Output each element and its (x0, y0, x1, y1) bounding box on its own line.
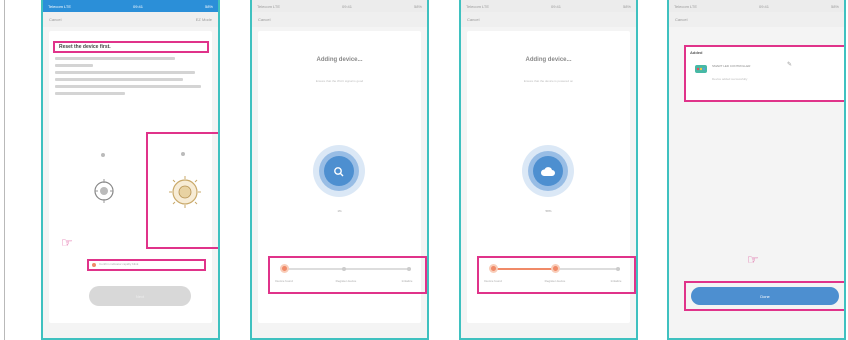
phone-screen-added: Telecom LTE 09:41 58% Cancel Added SMART… (667, 0, 846, 340)
nav-bar: Cancel EZ Mode (43, 12, 218, 27)
phone-screen-adding-cloud: Telecom LTE 09:41 58% Cancel Adding devi… (459, 0, 638, 340)
instruction-line (55, 78, 183, 81)
done-button-label: Done (760, 293, 770, 299)
indicator-dot-right (181, 152, 185, 156)
clock-text: 09:41 (342, 3, 353, 9)
pointing-hand-icon: ☞ (747, 252, 759, 267)
pointing-hand-icon: ☞ (61, 235, 73, 250)
progress-card: Adding device... Ensure that the Wi-Fi s… (258, 31, 427, 323)
step-dot (407, 267, 411, 271)
clock-text: 09:41 (551, 3, 562, 9)
battery-text: 58% (413, 3, 422, 9)
carrier-text: Telecom LTE (466, 3, 490, 9)
battery-text: 58% (622, 3, 631, 9)
done-button-highlight: Done (684, 281, 844, 311)
step-label: Register device (544, 279, 566, 283)
step-label: Device found (484, 279, 502, 283)
cloud-icon (540, 165, 556, 177)
phone-screen-reset: Telecom LTE 09:41 58% Cancel EZ Mode Res… (41, 0, 220, 340)
step-line (284, 268, 411, 270)
status-bar: Telecom LTE 09:41 58% (669, 0, 844, 12)
page-subtitle: Ensure that the Wi-Fi signal is good (315, 79, 364, 83)
carrier-text: Telecom LTE (48, 3, 72, 9)
step-progress-highlight: Device found Register device Initialize (477, 256, 636, 294)
carrier-text: Telecom LTE (257, 3, 281, 9)
device-icon (694, 62, 708, 76)
status-bar: Telecom LTE 09:41 58% (43, 0, 218, 12)
left-margin-line (4, 0, 5, 340)
clock-text: 09:41 (759, 3, 770, 9)
cancel-button[interactable]: Cancel (258, 17, 270, 22)
instruction-line (55, 92, 125, 95)
page-title: Adding device... (525, 57, 572, 63)
step-dot-active (551, 264, 560, 273)
next-button[interactable]: Next (89, 286, 191, 306)
title-highlight: Reset the device first. (53, 41, 209, 53)
device-illustration-blinking (165, 174, 205, 210)
instruction-line (55, 71, 195, 74)
instruction-card: Reset the device first. ☞ Confirm indica… (49, 31, 218, 323)
phone-screen-adding-search: Telecom LTE 09:41 58% Cancel Adding devi… (250, 0, 429, 340)
carrier-text: Telecom LTE (674, 3, 698, 9)
cancel-button[interactable]: Cancel (675, 17, 687, 22)
indicator-dot-left (101, 153, 105, 157)
progress-percent: 58% (545, 209, 552, 213)
step-label: Register device (335, 279, 357, 283)
instruction-line (55, 85, 201, 88)
battery-text: 58% (204, 3, 213, 9)
nav-bar: Cancel (669, 12, 844, 27)
cancel-button[interactable]: Cancel (49, 17, 61, 22)
confirm-text: Confirm indicator rapidly blink (99, 262, 139, 266)
mode-switch-button[interactable]: EZ Mode (196, 17, 212, 22)
pencil-icon[interactable]: ✎ (787, 62, 792, 68)
confirm-checkbox-highlight: Confirm indicator rapidly blink (87, 259, 206, 271)
clock-text: 09:41 (133, 3, 144, 9)
step-dot-active (280, 264, 289, 273)
cancel-button[interactable]: Cancel (467, 17, 479, 22)
step-progress-highlight: Device found Register device Initialize (268, 256, 427, 294)
added-label: Added (690, 50, 703, 55)
device-status: Device added successfully (712, 77, 748, 81)
next-button-label: Next (135, 293, 145, 299)
page-title: Adding device... (316, 57, 363, 63)
step-label: Initialize (610, 279, 622, 283)
instruction-line (55, 57, 175, 60)
status-bar: Telecom LTE 09:41 58% (461, 0, 636, 12)
instruction-line (55, 64, 93, 67)
confirm-checkbox[interactable] (92, 263, 96, 267)
status-bar: Telecom LTE 09:41 58% (252, 0, 427, 12)
nav-bar: Cancel (461, 12, 636, 27)
blinking-illustration-highlight (146, 132, 218, 249)
step-label: Initialize (401, 279, 413, 283)
device-illustration-off (93, 177, 115, 205)
step-dot (616, 267, 620, 271)
step-line-progress (493, 268, 555, 270)
added-device-highlight: Added SMART LED CONTROLLER ✎ Device adde… (684, 45, 844, 102)
nav-bar: Cancel (252, 12, 427, 27)
done-button[interactable]: Done (691, 287, 839, 305)
step-dot-active (489, 264, 498, 273)
page-subtitle: Ensure that the device is powered on (523, 79, 574, 83)
step-label: Device found (275, 279, 293, 283)
page-title: Reset the device first. (59, 44, 111, 50)
progress-percent: 1% (337, 209, 342, 213)
search-icon (333, 165, 345, 177)
battery-text: 58% (830, 3, 839, 9)
progress-card: Adding device... Ensure that the device … (467, 31, 636, 323)
step-dot (342, 267, 346, 271)
device-name: SMART LED CONTROLLER (712, 64, 751, 68)
